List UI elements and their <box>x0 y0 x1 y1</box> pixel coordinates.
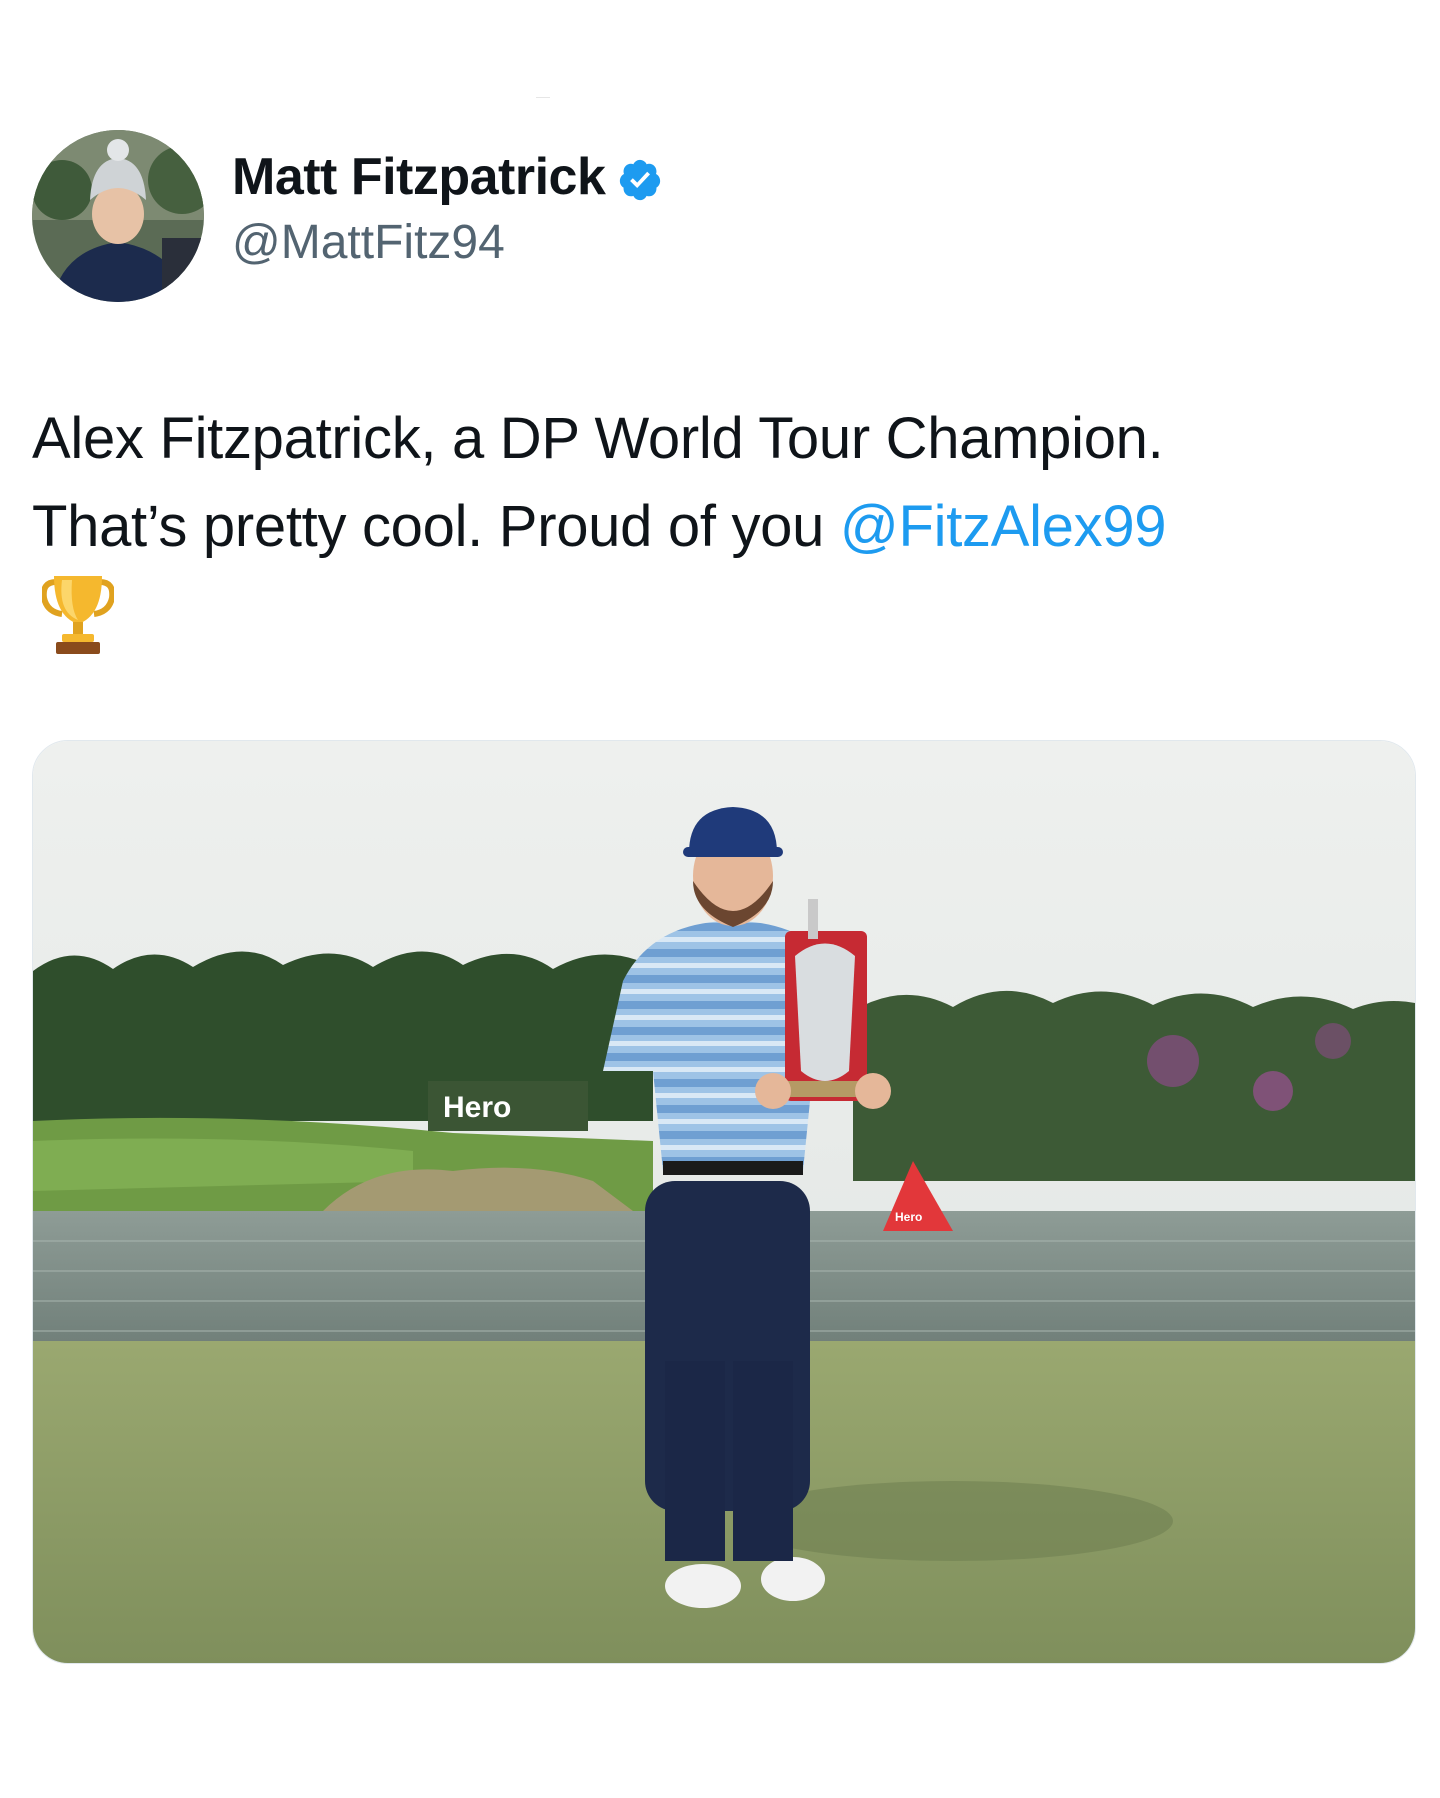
buoy-text: Hero <box>895 1210 922 1224</box>
author-name-row[interactable]: Matt Fitzpatrick <box>232 145 663 209</box>
tweet-text-line-2: That’s pretty cool. Proud of you @FitzAl… <box>32 483 1412 571</box>
verified-badge-icon <box>617 154 663 201</box>
author-info: Matt Fitzpatrick @MattFitz94 <box>232 145 663 273</box>
mention-link[interactable]: @FitzAlex99 <box>840 494 1167 559</box>
tweet-media-photo[interactable]: Hero Hero <box>32 740 1416 1664</box>
author-handle[interactable]: @MattFitz94 <box>232 213 663 273</box>
trophy-icon <box>40 572 116 656</box>
top-divider <box>536 97 550 98</box>
sponsor-board-text: Hero <box>443 1091 511 1124</box>
author-display-name[interactable]: Matt Fitzpatrick <box>232 145 606 209</box>
tweet-text-line-1: Alex Fitzpatrick, a DP World Tour Champi… <box>32 406 1164 471</box>
tweet-text: Alex Fitzpatrick, a DP World Tour Champi… <box>32 395 1412 571</box>
tweet-text-line-2-prefix: That’s pretty cool. Proud of you <box>32 494 840 559</box>
author-avatar[interactable] <box>32 130 204 302</box>
